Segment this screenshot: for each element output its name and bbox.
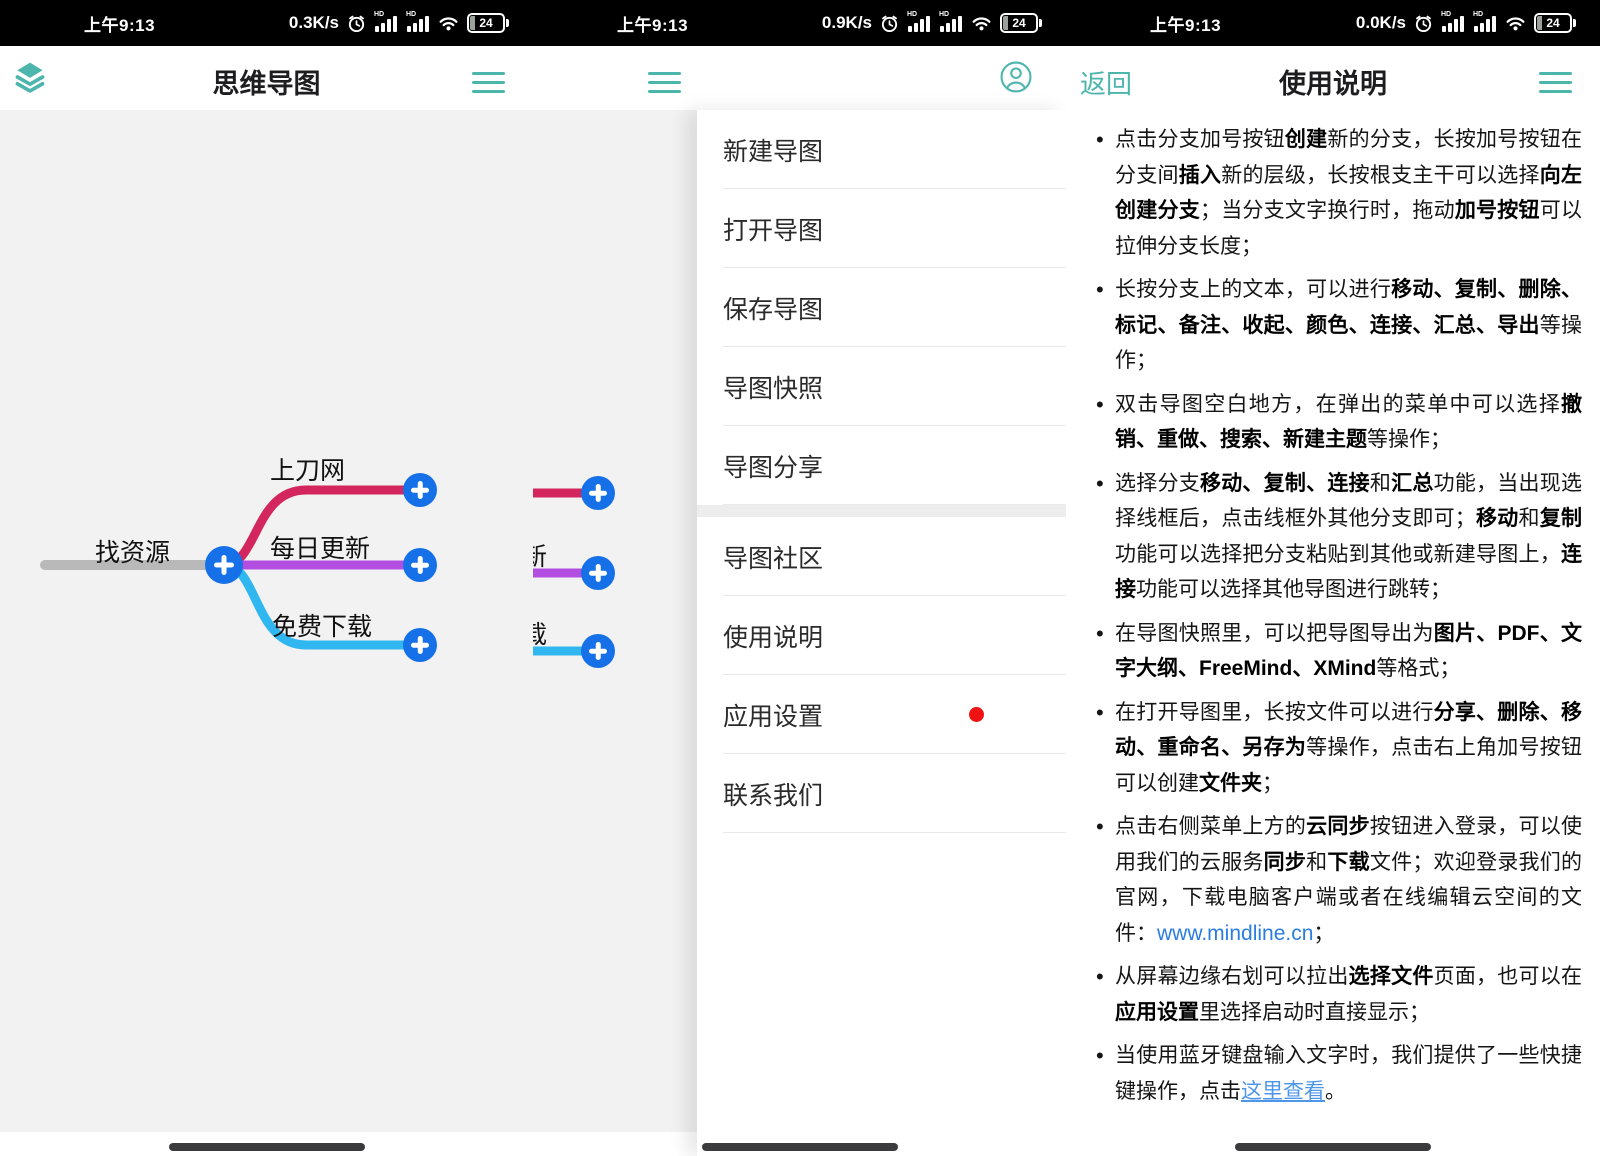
page-title: 思维导图 [0, 62, 533, 101]
clock-time: 上午9:13 [1150, 11, 1221, 36]
status-bar: 上午9:13 0.0K/s HD HD 24 [1066, 0, 1600, 46]
signal-hd-icon: HD [939, 13, 963, 33]
clock-time: 上午9:13 [84, 11, 155, 36]
instruction-bullet: 点击右侧菜单上方的云同步按钮进入登录，可以使用我们的云服务同步和下载文件；欢迎登… [1091, 809, 1582, 951]
add-branch-button[interactable] [581, 634, 615, 668]
drawer-item[interactable]: 保存导图 [697, 268, 1066, 347]
drawer-item[interactable]: 应用设置 [697, 675, 1066, 754]
branch-lines [533, 110, 697, 1132]
screen-drawer-menu: 上午9:13 0.9K/s HD HD 24 每日更新 免费下载 [533, 0, 1066, 1156]
drawer-item[interactable]: 导图快照 [697, 347, 1066, 426]
drawer-menu-primary: 新建导图打开导图保存导图导图快照导图分享 [697, 110, 1066, 505]
signal-hd-icon: HD [1441, 13, 1465, 33]
alarm-clock-icon [1414, 14, 1433, 33]
mindmap-canvas[interactable]: 找资源 上刀网 每日更新 免费下载 [0, 110, 533, 1132]
menu-icon[interactable] [472, 66, 505, 99]
add-branch-button[interactable] [403, 628, 437, 662]
instruction-bullet: 双击导图空白地方，在弹出的菜单中可以选择撤销、重做、搜索、新建主题等操作； [1091, 387, 1582, 458]
network-speed: 0.9K/s [822, 13, 872, 33]
branch-label[interactable]: 上刀网 [270, 451, 345, 487]
signal-hd-icon: HD [406, 13, 430, 33]
screen-mindmap: 上午9:13 0.3K/s HD HD 24 思维导图 找资源 上刀 [0, 0, 533, 1156]
battery-icon: 24 [1534, 13, 1572, 33]
drawer-item-label: 联系我们 [723, 776, 823, 812]
app-bar: 思维导图 [0, 46, 533, 110]
page-title: 使用说明 [1066, 62, 1600, 101]
drawer-item[interactable]: 导图社区 [697, 517, 1066, 596]
branch-label[interactable]: 每日更新 [270, 529, 370, 565]
account-icon[interactable] [999, 60, 1033, 94]
branch-lines [0, 110, 533, 1132]
mindmap-canvas-partial[interactable]: 每日更新 免费下载 [533, 110, 697, 1132]
screen-instructions: 上午9:13 0.0K/s HD HD 24 返回 使用说明 点击分支加号按钮创… [1066, 0, 1600, 1156]
drawer-item[interactable]: 使用说明 [697, 596, 1066, 675]
drawer-item[interactable]: 联系我们 [697, 754, 1066, 833]
drawer-item-label: 导图社区 [723, 539, 823, 575]
drawer-item-label: 打开导图 [723, 211, 823, 247]
gesture-bar[interactable] [169, 1143, 365, 1151]
instruction-bullet: 在导图快照里，可以把导图导出为图片、PDF、文字大纲、FreeMind、XMin… [1091, 616, 1582, 687]
wifi-icon [971, 15, 992, 32]
drawer-item-label: 使用说明 [723, 618, 823, 654]
section-divider [697, 505, 1066, 517]
branch-label[interactable]: 免费下载 [272, 607, 372, 643]
wifi-icon [1505, 15, 1526, 32]
alarm-clock-icon [880, 14, 899, 33]
signal-hd-icon: HD [374, 13, 398, 33]
menu-icon[interactable] [1539, 66, 1572, 99]
drawer-item-label: 导图分享 [723, 448, 823, 484]
drawer-item-label: 导图快照 [723, 369, 823, 405]
branch-label-partial[interactable]: 免费下载 [533, 615, 547, 651]
add-branch-button[interactable] [581, 476, 615, 510]
app-bar [533, 46, 1066, 110]
drawer-item-label: 新建导图 [723, 132, 823, 168]
web-link[interactable]: www.mindline.cn [1157, 922, 1313, 945]
side-drawer: 新建导图打开导图保存导图导图快照导图分享 导图社区使用说明应用设置联系我们 [697, 110, 1066, 1156]
shortcut-link[interactable]: 这里查看 [1241, 1080, 1325, 1103]
drawer-menu-secondary: 导图社区使用说明应用设置联系我们 [697, 517, 1066, 833]
battery-icon: 24 [1000, 13, 1038, 33]
notification-dot [969, 707, 984, 722]
branch-label-partial[interactable]: 每日更新 [533, 537, 547, 573]
network-speed: 0.3K/s [289, 13, 339, 33]
root-node-label[interactable]: 找资源 [95, 533, 170, 569]
instruction-list: 点击分支加号按钮创建新的分支，长按加号按钮在分支间插入新的层级，长按根支主干可以… [1091, 122, 1582, 1117]
drawer-item[interactable]: 导图分享 [697, 426, 1066, 505]
network-speed: 0.0K/s [1356, 13, 1406, 33]
add-branch-button[interactable] [403, 548, 437, 582]
drawer-item[interactable]: 新建导图 [697, 110, 1066, 189]
instruction-bullet: 长按分支上的文本，可以进行移动、复制、删除、标记、备注、收起、颜色、连接、汇总、… [1091, 272, 1582, 379]
add-branch-button[interactable] [581, 556, 615, 590]
drawer-item-label: 应用设置 [723, 697, 823, 733]
drawer-item[interactable]: 打开导图 [697, 189, 1066, 268]
gesture-bar[interactable] [1235, 1143, 1431, 1151]
battery-icon: 24 [467, 13, 505, 33]
drawer-item-label: 保存导图 [723, 290, 823, 326]
instruction-bullet: 选择分支移动、复制、连接和汇总功能，当出现选择线框后，点击线框外其他分支即可；移… [1091, 466, 1582, 608]
clock-time: 上午9:13 [617, 11, 688, 36]
app-bar: 返回 使用说明 [1066, 46, 1600, 110]
three-screen-composite: 上午9:13 0.3K/s HD HD 24 思维导图 找资源 上刀 [0, 0, 1600, 1156]
signal-hd-icon: HD [1473, 13, 1497, 33]
instruction-bullet: 在打开导图里，长按文件可以进行分享、删除、移动、重命名、另存为等操作，点击右上角… [1091, 695, 1582, 802]
menu-icon[interactable] [648, 66, 681, 99]
add-branch-button[interactable] [205, 546, 243, 584]
signal-hd-icon: HD [907, 13, 931, 33]
wifi-icon [438, 15, 459, 32]
instruction-bullet: 从屏幕边缘右划可以拉出选择文件页面，也可以在应用设置里选择启动时直接显示； [1091, 959, 1582, 1030]
add-branch-button[interactable] [403, 473, 437, 507]
status-bar: 上午9:13 0.3K/s HD HD 24 [0, 0, 533, 46]
status-bar: 上午9:13 0.9K/s HD HD 24 [533, 0, 1066, 46]
instruction-bullet: 点击分支加号按钮创建新的分支，长按加号按钮在分支间插入新的层级，长按根支主干可以… [1091, 122, 1582, 264]
alarm-clock-icon [347, 14, 366, 33]
gesture-bar[interactable] [702, 1143, 898, 1151]
instruction-bullet: 当使用蓝牙键盘输入文字时，我们提供了一些快捷键操作，点击这里查看。 [1091, 1038, 1582, 1109]
